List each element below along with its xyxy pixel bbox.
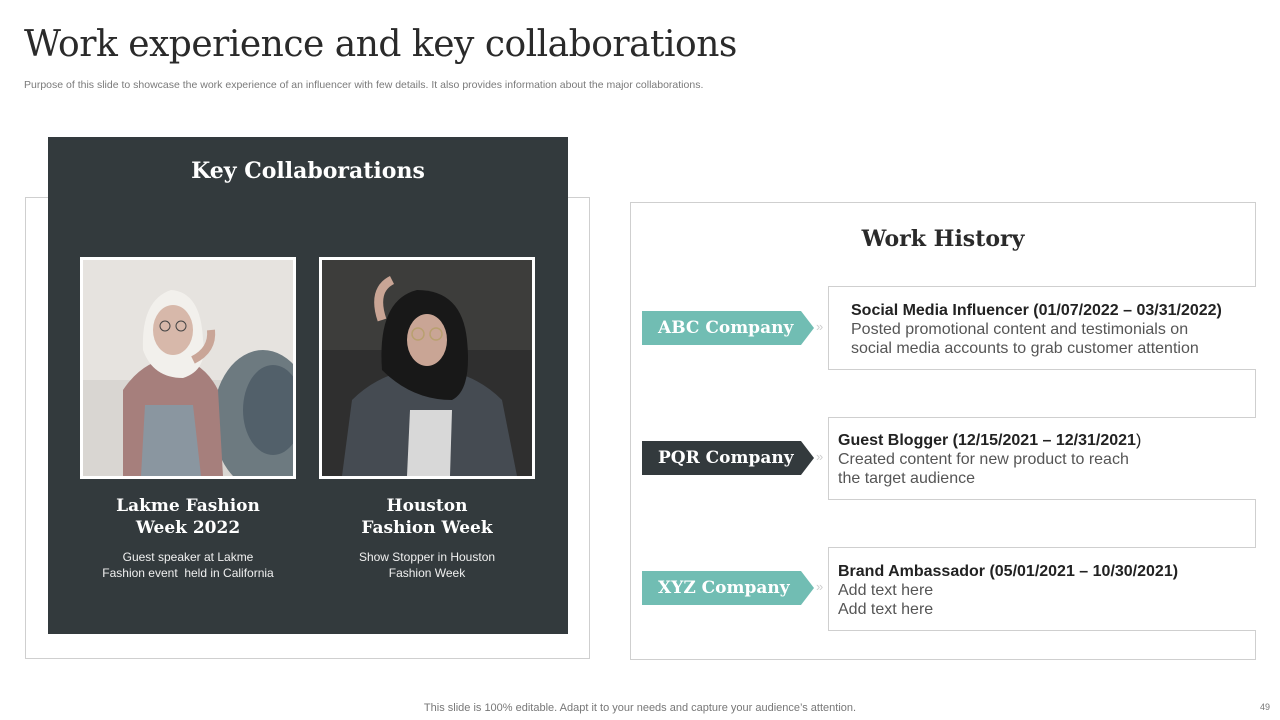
work-history-desc-2-line1: Created content for new product to reach	[838, 451, 1129, 468]
work-history-desc-1-line1: Posted promotional content and testimoni…	[851, 321, 1189, 338]
slide-subtitle: Purpose of this slide to showcase the wo…	[24, 79, 704, 91]
work-history-title-3-text: Brand Ambassador (05/01/2021 – 10/30/202…	[838, 563, 1179, 580]
collaborations-panel: Key Collaborations Lakme Fashion Week 20…	[48, 137, 568, 634]
collaboration-name-2: Houston Fashion Week	[319, 495, 535, 539]
work-history-card-2: Guest Blogger (12/15/2021 – 12/31/2021) …	[828, 417, 1256, 500]
work-history-title-1-text: Social Media Influencer (01/07/2022 – 03…	[851, 302, 1222, 319]
page-number: 49	[1259, 702, 1270, 712]
collaboration-name-1: Lakme Fashion Week 2022	[80, 495, 296, 539]
company-tag-abc: ABC Company	[642, 311, 814, 345]
collaboration-desc-2-line2: Fashion Week	[388, 566, 466, 580]
work-history-title-2-text: Guest Blogger (12/15/2021 – 12/31/2021	[838, 432, 1136, 449]
collaboration-photo-2	[319, 257, 535, 479]
collaboration-desc-1-line2: Fashion event held in California	[102, 566, 274, 580]
collaboration-name-2-line1: Houston	[386, 496, 468, 516]
work-history-desc-3-line1: Add text here	[838, 582, 934, 599]
work-history-desc-3-line2: Add text here	[838, 601, 934, 618]
collaboration-photo-1	[80, 257, 296, 479]
work-history-title-3: Brand Ambassador (05/01/2021 – 10/30/202…	[838, 562, 1256, 581]
collaboration-desc-1: Guest speaker at Lakme Fashion event hel…	[80, 549, 296, 581]
collaboration-name-1-line2: Week 2022	[135, 518, 241, 538]
collaboration-desc-2-line1: Show Stopper in Houston	[358, 550, 496, 564]
collaboration-name-1-line1: Lakme Fashion	[116, 496, 260, 516]
work-history-card-1: Social Media Influencer (01/07/2022 – 03…	[828, 286, 1256, 370]
collaboration-name-2-line2: Fashion Week	[361, 518, 493, 538]
company-tag-xyz: XYZ Company	[642, 571, 814, 605]
work-history-title-1: Social Media Influencer (01/07/2022 – 03…	[851, 301, 1256, 320]
work-history-heading: Work History	[861, 226, 1025, 252]
work-history-card-3: Brand Ambassador (05/01/2021 – 10/30/202…	[828, 547, 1256, 631]
work-history-title-2-suffix: )	[1135, 432, 1142, 449]
connector-chevron-1: »	[816, 319, 823, 334]
work-history-desc-2-line2: the target audience	[838, 470, 975, 487]
collaborations-heading: Key Collaborations	[191, 158, 425, 184]
connector-chevron-3: »	[816, 579, 823, 594]
slide-title: Work experience and key collaborations	[24, 24, 737, 65]
slide-footer: This slide is 100% editable. Adapt it to…	[423, 702, 857, 714]
work-history-desc-1-line2: social media accounts to grab customer a…	[851, 340, 1199, 357]
work-history-title-2: Guest Blogger (12/15/2021 – 12/31/2021)	[838, 431, 1256, 450]
collaboration-desc-2: Show Stopper in Houston Fashion Week	[319, 549, 535, 581]
company-tag-pqr: PQR Company	[642, 441, 814, 475]
connector-chevron-2: »	[816, 449, 823, 464]
collaboration-desc-1-line1: Guest speaker at Lakme	[122, 550, 254, 564]
